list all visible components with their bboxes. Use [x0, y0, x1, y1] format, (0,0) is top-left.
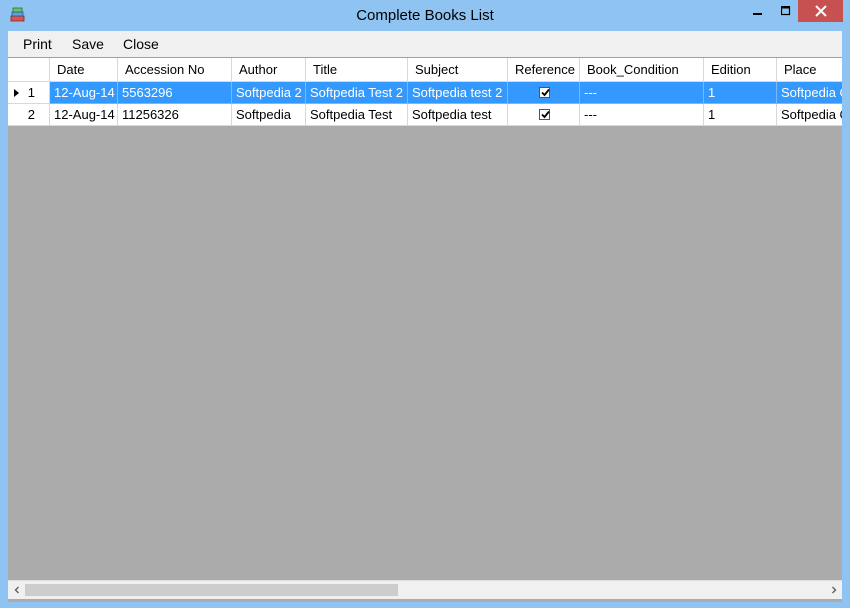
cell-author[interactable]: Softpedia 2	[232, 82, 306, 104]
app-window: Complete Books List Print Save Close Dat…	[0, 0, 850, 608]
cell-author[interactable]: Softpedia	[232, 104, 306, 126]
checkmark-icon	[541, 88, 550, 97]
cell-reference[interactable]	[508, 82, 580, 104]
row-header[interactable]: 2	[8, 104, 50, 126]
cell-edition[interactable]: 1	[704, 82, 777, 104]
current-row-arrow-icon	[14, 89, 19, 97]
column-header-author[interactable]: Author	[232, 58, 306, 82]
title-bar[interactable]: Complete Books List	[0, 0, 850, 31]
table-row[interactable]: 1 12-Aug-14 5563296 Softpedia 2 Softpedi…	[8, 82, 842, 104]
reference-checkbox[interactable]	[539, 109, 550, 120]
cell-book-condition[interactable]: ---	[580, 104, 704, 126]
maximize-button[interactable]	[772, 0, 800, 22]
minimize-icon	[753, 13, 762, 15]
cell-accession-no[interactable]: 5563296	[118, 82, 232, 104]
column-header-title[interactable]: Title	[306, 58, 408, 82]
column-header-reference[interactable]: Reference	[508, 58, 580, 82]
cell-title[interactable]: Softpedia Test	[306, 104, 408, 126]
cell-date[interactable]: 12-Aug-14	[50, 104, 118, 126]
cell-subject[interactable]: Softpedia test 2	[408, 82, 508, 104]
cell-book-condition[interactable]: ---	[580, 82, 704, 104]
close-button[interactable]	[798, 0, 843, 22]
menu-print[interactable]: Print	[23, 36, 52, 52]
cell-date[interactable]: 12-Aug-14	[50, 82, 118, 104]
horizontal-scrollbar[interactable]	[8, 580, 842, 599]
chevron-right-icon	[831, 586, 836, 594]
cell-place[interactable]: Softpedia C	[777, 104, 842, 126]
row-header-corner[interactable]	[8, 58, 50, 82]
column-header-subject[interactable]: Subject	[408, 58, 508, 82]
cell-accession-no[interactable]: 11256326	[118, 104, 232, 126]
row-header[interactable]: 1	[8, 82, 50, 104]
row-number: 1	[27, 85, 35, 100]
cell-place[interactable]: Softpedia C	[777, 82, 842, 104]
menu-save[interactable]: Save	[72, 36, 104, 52]
column-header-accession-no[interactable]: Accession No	[118, 58, 232, 82]
chevron-left-icon	[14, 586, 19, 594]
column-header-place[interactable]: Place	[777, 58, 842, 82]
menu-close[interactable]: Close	[123, 36, 159, 52]
cell-edition[interactable]: 1	[704, 104, 777, 126]
column-header-date[interactable]: Date	[50, 58, 118, 82]
checkmark-icon	[541, 110, 550, 119]
cell-title[interactable]: Softpedia Test 2	[306, 82, 408, 104]
reference-checkbox[interactable]	[539, 87, 550, 98]
scrollbar-thumb[interactable]	[25, 584, 398, 596]
maximize-icon	[781, 6, 791, 16]
column-header-edition[interactable]: Edition	[704, 58, 777, 82]
scroll-left-button[interactable]	[8, 581, 25, 599]
table-row[interactable]: 2 12-Aug-14 11256326 Softpedia Softpedia…	[8, 104, 842, 126]
window-title: Complete Books List	[356, 7, 494, 24]
cell-reference[interactable]	[508, 104, 580, 126]
books-grid[interactable]: Date Accession No Author Title Subject R…	[8, 57, 842, 602]
grid-header: Date Accession No Author Title Subject R…	[8, 58, 842, 82]
cell-subject[interactable]: Softpedia test	[408, 104, 508, 126]
row-number: 2	[27, 107, 35, 122]
menu-bar: Print Save Close	[8, 31, 842, 57]
close-icon	[814, 5, 827, 17]
column-header-book-condition[interactable]: Book_Condition	[580, 58, 704, 82]
scroll-right-button[interactable]	[825, 581, 842, 599]
minimize-button[interactable]	[744, 0, 772, 22]
